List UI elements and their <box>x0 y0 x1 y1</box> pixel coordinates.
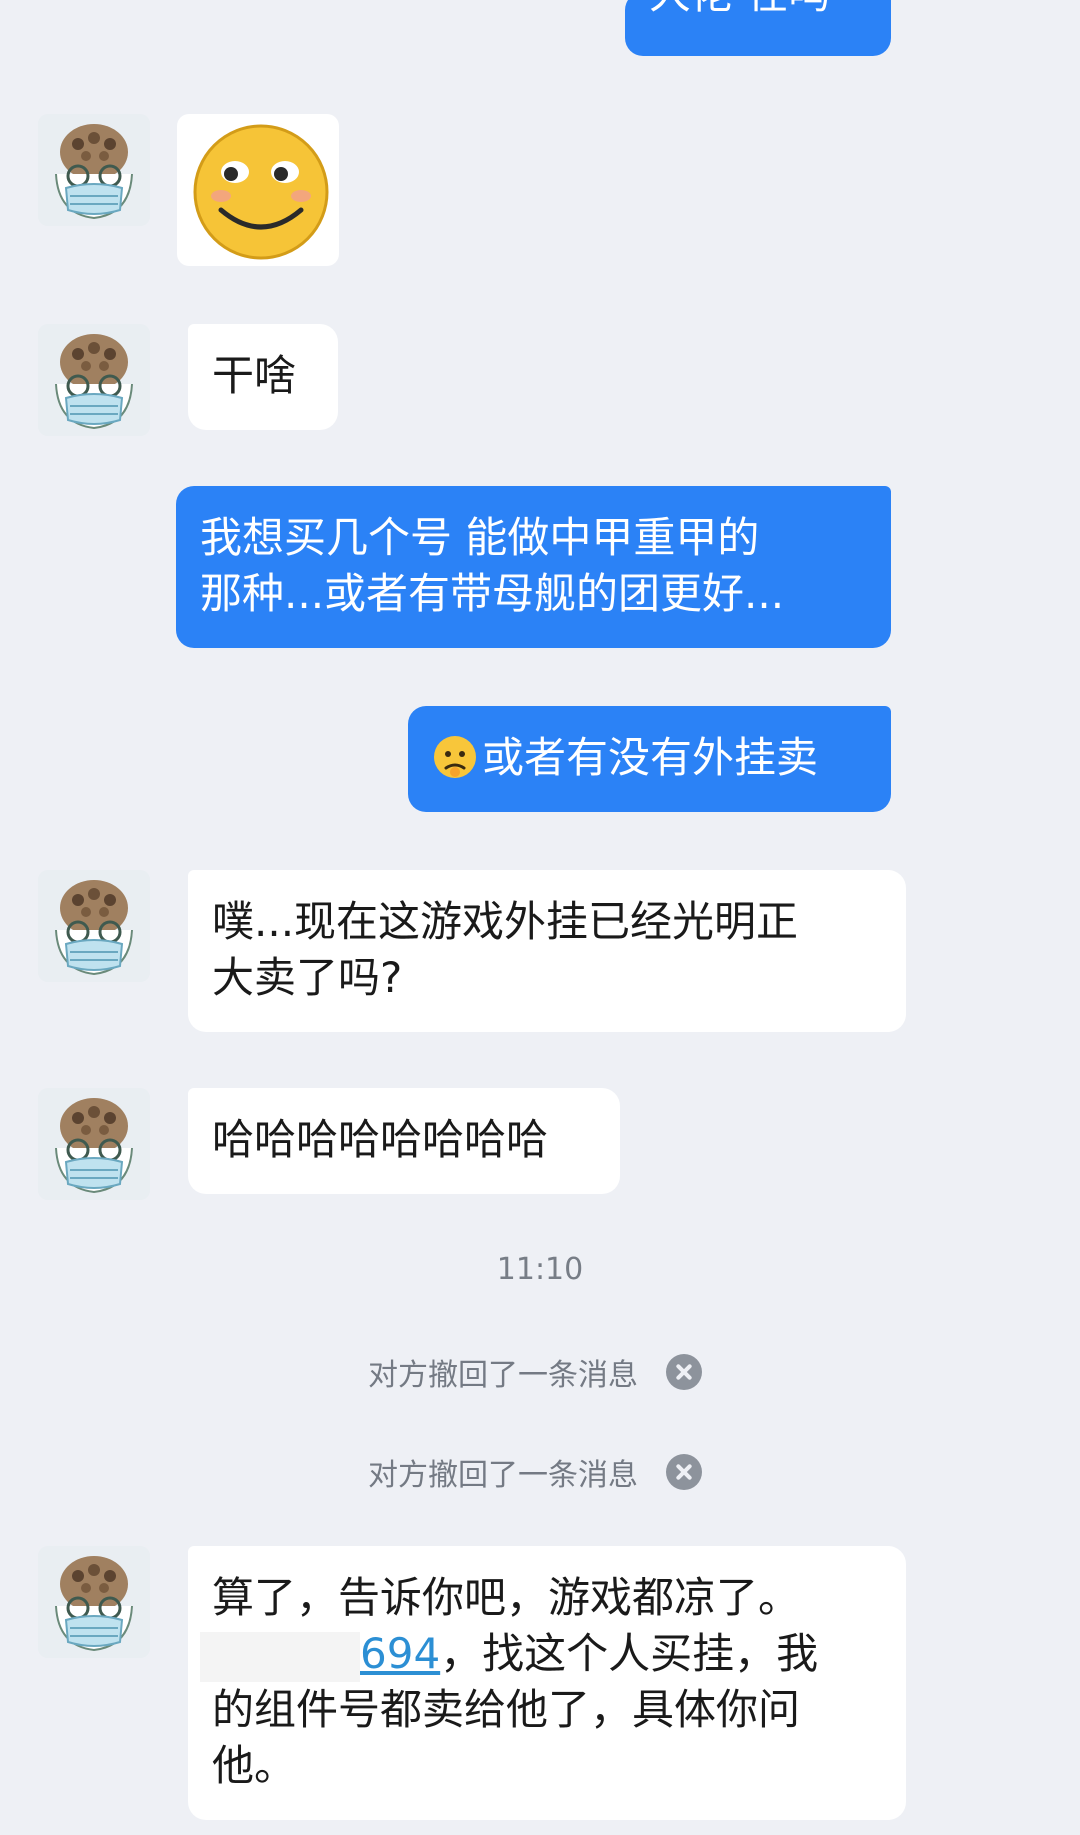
contact-avatar[interactable] <box>38 870 150 982</box>
message-text-line: 噗...现在这游戏外挂已经光明正 <box>212 897 799 946</box>
message-text-line: 他。 <box>212 1741 297 1790</box>
masked-face-avatar-icon <box>38 870 150 982</box>
incoming-message-bubble[interactable]: 哈哈哈哈哈哈哈哈 <box>188 1088 620 1194</box>
contact-avatar[interactable] <box>38 1088 150 1200</box>
close-circle-icon[interactable] <box>666 1454 702 1490</box>
message-text-line: 那种...或者有带母舰的团更好... <box>200 569 785 618</box>
contact-avatar[interactable] <box>38 1546 150 1658</box>
close-circle-icon[interactable] <box>666 1354 702 1390</box>
smiley-face-sticker <box>193 124 329 260</box>
message-timestamp: 11:10 <box>496 1252 584 1287</box>
message-text: 哈哈哈哈哈哈哈哈 <box>212 1115 549 1164</box>
message-text-line: 算了，告诉你吧，游戏都凉了。 <box>212 1573 801 1622</box>
message-text-row: 或者有没有外挂卖 <box>432 730 867 786</box>
outgoing-message-bubble[interactable]: 我想买几个号 能做中甲重甲的 那种...或者有带母舰的团更好... <box>176 486 891 648</box>
masked-face-avatar-icon <box>38 114 150 226</box>
smiley-sticker-message[interactable] <box>177 114 339 266</box>
recalled-message-notice: 对方撤回了一条消息 <box>368 1450 702 1494</box>
contact-avatar[interactable] <box>38 114 150 226</box>
masked-face-avatar-icon <box>38 1546 150 1658</box>
recalled-message-notice: 对方撤回了一条消息 <box>368 1350 702 1394</box>
message-text: ，找这个人买挂，我 <box>440 1629 819 1678</box>
message-text: 大佬 在吗 <box>649 0 867 22</box>
masked-face-avatar-icon <box>38 324 150 436</box>
message-text-line: 我想买几个号 能做中甲重甲的 <box>200 513 760 562</box>
outgoing-message-bubble-top[interactable]: 大佬 在吗 <box>625 0 891 56</box>
account-number-link[interactable]: 694 <box>360 1629 440 1678</box>
incoming-message-bubble[interactable]: 算了，告诉你吧，游戏都凉了。 694，找这个人买挂，我 的组件号都卖给他了，具体… <box>188 1546 906 1820</box>
message-text-line: 694，找这个人买挂，我 <box>200 1626 882 1682</box>
recall-text: 对方撤回了一条消息 <box>368 1458 638 1493</box>
outgoing-message-bubble[interactable]: 或者有没有外挂卖 <box>408 706 891 812</box>
incoming-message-bubble[interactable]: 干啥 <box>188 324 338 430</box>
masked-face-avatar-icon <box>38 1088 150 1200</box>
recall-text: 对方撤回了一条消息 <box>368 1358 638 1393</box>
redacted-area <box>200 1631 360 1682</box>
message-text: 干啥 <box>212 351 297 400</box>
worried-face-emoji <box>434 736 476 778</box>
message-text-line: 的组件号都卖给他了，具体你问 <box>212 1685 801 1734</box>
contact-avatar[interactable] <box>38 324 150 436</box>
message-text: 或者有没有外挂卖 <box>482 733 819 782</box>
message-text-line: 大卖了吗? <box>212 953 403 1002</box>
incoming-message-bubble[interactable]: 噗...现在这游戏外挂已经光明正 大卖了吗? <box>188 870 906 1032</box>
